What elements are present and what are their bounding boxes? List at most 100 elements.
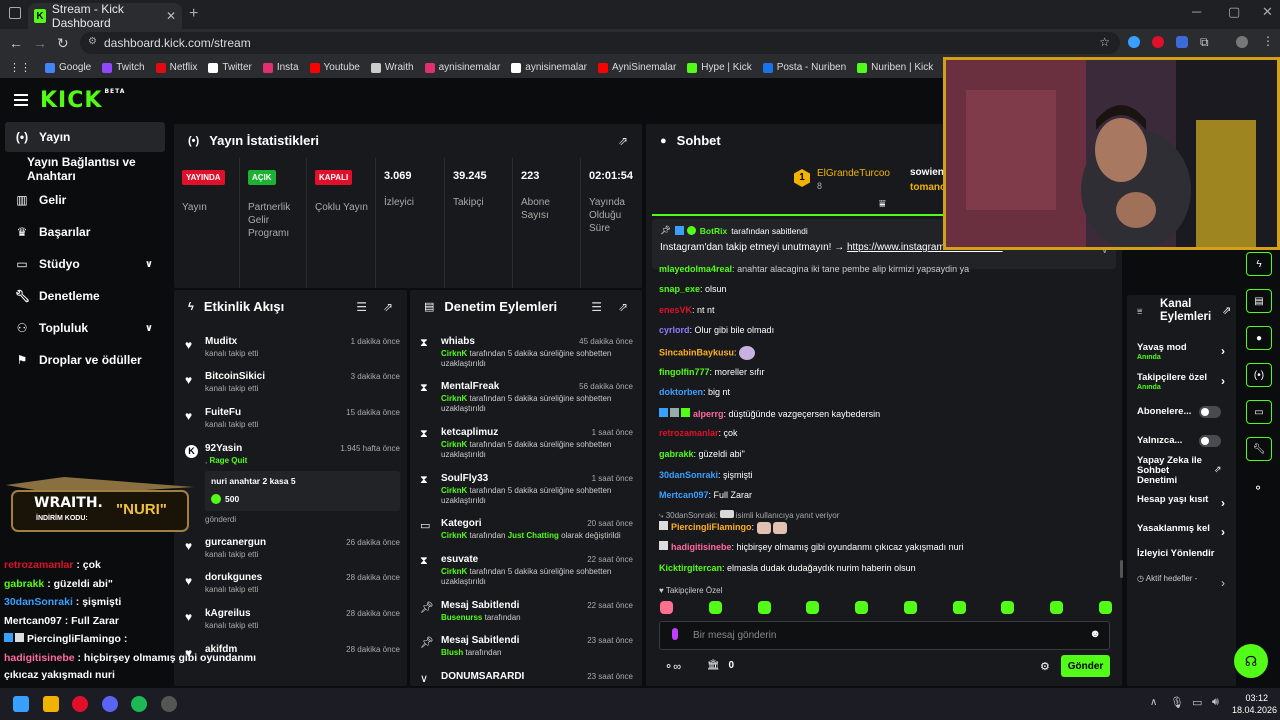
chat-username[interactable]: SincabinBaykusu bbox=[659, 347, 734, 357]
quick-emote-icon[interactable] bbox=[708, 601, 722, 614]
bookmark-item[interactable]: Twitch bbox=[102, 62, 145, 73]
bookmark-item[interactable]: aynisinemalar bbox=[511, 62, 587, 73]
microphone-tray-icon[interactable]: 🎙︎ bbox=[1170, 696, 1184, 709]
clock[interactable]: 03:12 18.04.2026 bbox=[1232, 693, 1277, 715]
bookmark-star-icon[interactable]: ☆ bbox=[1099, 35, 1110, 49]
chat-username[interactable]: Kicktirgitercan bbox=[659, 563, 722, 573]
microphone-icon[interactable] bbox=[672, 628, 678, 640]
back-icon[interactable]: ← bbox=[9, 35, 23, 51]
chat-username[interactable]: doktorben bbox=[659, 387, 703, 397]
popout-icon[interactable]: ⇗ bbox=[383, 300, 393, 314]
windows-start-icon[interactable] bbox=[13, 696, 29, 712]
quick-emote-icon[interactable] bbox=[757, 601, 771, 614]
browser-tab[interactable]: K Stream - Kick Dashboard ✕ bbox=[28, 2, 182, 30]
slow-mode-action[interactable]: Yavaş mod Anında › bbox=[1137, 342, 1225, 361]
sidebar-item-topluluk[interactable]: ⚇ Topluluk ∨ bbox=[5, 313, 165, 343]
menu-hamburger-icon[interactable] bbox=[14, 94, 28, 106]
bookmark-item[interactable]: Google bbox=[45, 62, 91, 73]
browser-menu-icon[interactable]: ⋮ bbox=[1262, 34, 1274, 48]
external-link-icon[interactable]: ⇗ bbox=[1214, 464, 1222, 475]
bookmark-item[interactable]: Youtube bbox=[309, 62, 360, 73]
collapse-leaderboard-icon[interactable]: ⩸ bbox=[879, 198, 886, 211]
volume-icon[interactable]: 🔊︎ bbox=[1212, 696, 1219, 709]
account-age-action[interactable]: Hesap yaşı kısıt › bbox=[1137, 494, 1225, 510]
followers-only-action[interactable]: Takipçilere özel Anında › bbox=[1137, 372, 1225, 391]
minimize-icon[interactable]: ─ bbox=[1192, 4, 1201, 19]
filter-icon[interactable]: ☰ bbox=[591, 300, 602, 314]
bookmark-item[interactable]: aynisinemalar bbox=[424, 62, 500, 73]
emote-only-toggle[interactable] bbox=[1199, 435, 1221, 447]
emoji-icon[interactable]: ☻ bbox=[1089, 628, 1101, 640]
bookmark-item[interactable]: Nuriben | Kick bbox=[857, 62, 933, 73]
quick-emote-icon[interactable] bbox=[1050, 601, 1064, 614]
popout-icon[interactable]: ⇗ bbox=[618, 134, 628, 148]
filter-icon[interactable]: ☰ bbox=[356, 300, 367, 314]
chrome-icon[interactable] bbox=[72, 696, 88, 712]
popout-icon[interactable]: ⇗ bbox=[618, 300, 628, 314]
chat-username[interactable]: hadigitisinebe bbox=[671, 542, 732, 552]
tab-search-icon[interactable] bbox=[9, 7, 21, 19]
quick-emote-icon[interactable] bbox=[1001, 601, 1015, 614]
lightning-rail-button[interactable]: ϟ bbox=[1246, 252, 1272, 276]
active-goals-action[interactable]: ◷ Aktif hedefler - › bbox=[1137, 574, 1225, 590]
extension-icon[interactable] bbox=[1128, 36, 1140, 48]
support-headset-button[interactable]: ☊ bbox=[1234, 644, 1268, 678]
maximize-icon[interactable]: ▢ bbox=[1228, 4, 1240, 20]
chat-username[interactable]: gabrakk bbox=[659, 449, 694, 459]
chat-tools-icon[interactable]: ⚬∞ bbox=[664, 660, 681, 673]
quick-emote-icon[interactable] bbox=[903, 601, 917, 614]
chat-username[interactable]: snap_exe bbox=[659, 284, 700, 294]
chat-scrollbar[interactable] bbox=[1120, 560, 1123, 578]
quick-emote-icon[interactable] bbox=[952, 601, 966, 614]
wrench-rail-button[interactable]: 🔧︎ bbox=[1246, 437, 1272, 461]
discord-icon[interactable] bbox=[102, 696, 118, 712]
chat-username[interactable]: enesVK bbox=[659, 305, 692, 315]
bookmark-item[interactable]: Insta bbox=[262, 62, 299, 73]
tab-close-icon[interactable]: ✕ bbox=[166, 9, 176, 23]
ai-moderation-action[interactable]: Yapay Zeka ile Sohbet Denetimi bbox=[1137, 456, 1207, 486]
chat-settings-gear-icon[interactable]: ⚙ bbox=[1040, 660, 1050, 673]
sidebar-item-droplar[interactable]: ⚑ Droplar ve ödüller bbox=[5, 345, 165, 375]
shield-extension-icon[interactable] bbox=[1176, 36, 1188, 48]
sidebar-item-denetleme[interactable]: 🔧︎ Denetleme bbox=[5, 281, 165, 311]
top-gifter-3[interactable]: tomano bbox=[910, 182, 946, 193]
quick-emote-icon[interactable] bbox=[660, 601, 673, 614]
quick-emote-icon[interactable] bbox=[855, 601, 869, 614]
raid-action[interactable]: İzleyici Yönlendir bbox=[1137, 548, 1225, 559]
sidebar-item-yayin[interactable]: (•) Yayın bbox=[5, 122, 165, 152]
quick-emote-icon[interactable] bbox=[1098, 601, 1112, 614]
sidebar-item-basarilar[interactable]: ♛ Başarılar bbox=[5, 217, 165, 247]
obs-icon[interactable] bbox=[161, 696, 177, 712]
bookmark-item[interactable]: Hype | Kick bbox=[687, 62, 752, 73]
file-explorer-icon[interactable] bbox=[43, 696, 59, 712]
broadcast-rail-button[interactable]: (•) bbox=[1246, 363, 1272, 387]
forward-icon[interactable]: → bbox=[33, 35, 47, 51]
subscribers-only-toggle[interactable] bbox=[1199, 406, 1221, 418]
site-info-icon[interactable]: ⚙ bbox=[88, 36, 97, 47]
add-widget-icon[interactable]: ⚬ bbox=[1253, 481, 1263, 495]
chat-username[interactable]: PiercingliFlamingo bbox=[671, 522, 752, 532]
close-window-icon[interactable]: ✕ bbox=[1262, 4, 1273, 20]
points-display[interactable]: 🏛︎ 0 bbox=[707, 660, 734, 671]
chat-username[interactable]: 30danSonraki bbox=[659, 470, 718, 480]
new-tab-button[interactable]: + bbox=[189, 5, 198, 23]
sidebar-item-studyo[interactable]: ▭ Stüdyo ∨ bbox=[5, 249, 165, 279]
quick-emote-icon[interactable] bbox=[806, 601, 820, 614]
chat-input-box[interactable]: Bir mesaj gönderin ☻ bbox=[659, 621, 1110, 650]
bookmark-item[interactable]: Netflix bbox=[155, 62, 197, 73]
send-button[interactable]: Gönder bbox=[1061, 655, 1110, 677]
kick-logo[interactable]: KICK BETA bbox=[40, 88, 125, 113]
top-gifter-name[interactable]: ElGrandeTurcoo bbox=[817, 168, 890, 179]
address-bar[interactable]: ⚙ dashboard.kick.com/stream ☆ bbox=[80, 32, 1120, 54]
popout-icon[interactable]: ⇗ bbox=[1222, 304, 1231, 317]
top-gifter-2[interactable]: sowien bbox=[910, 167, 944, 178]
bookmark-item[interactable]: Wraith bbox=[370, 62, 414, 73]
chat-rail-button[interactable]: ● bbox=[1246, 326, 1272, 350]
tray-chevron-icon[interactable]: ∧ bbox=[1150, 697, 1157, 708]
document-rail-button[interactable]: ▤ bbox=[1246, 289, 1272, 313]
reload-icon[interactable]: ↻ bbox=[57, 35, 69, 52]
sidebar-item-stream-key[interactable]: Yayın Bağlantısı ve Anahtarı bbox=[5, 154, 165, 184]
apps-grid-icon[interactable]: ⋮⋮ bbox=[9, 61, 31, 74]
chat-username[interactable]: alperrg bbox=[693, 409, 724, 419]
chat-username[interactable]: retrozamanlar bbox=[659, 428, 719, 438]
